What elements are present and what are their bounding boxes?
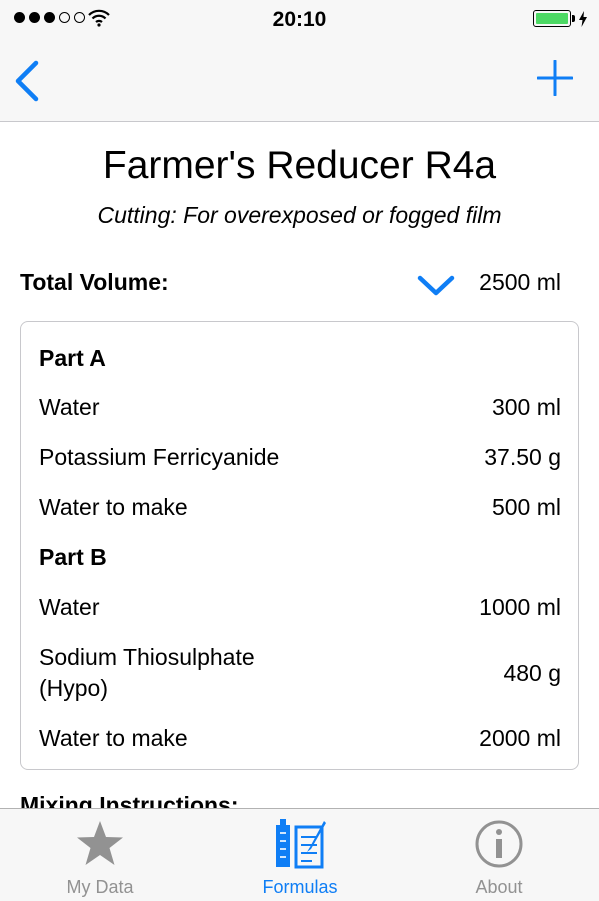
status-bar: 20:10 — [0, 0, 599, 40]
ingredient-amount: 1000 ml — [479, 594, 561, 620]
ingredient-name: Water — [39, 594, 100, 620]
ingredient-name: Sodium Thiosulphate (Hypo) — [39, 644, 255, 701]
formula-detail: Farmer's Reducer R4a Cutting: For overex… — [0, 122, 599, 808]
tab-about[interactable]: About — [399, 809, 599, 901]
part-heading: Part A — [39, 345, 106, 371]
navigation-bar — [0, 40, 599, 122]
add-icon[interactable] — [537, 60, 573, 96]
ingredient-name: Water to make — [39, 494, 188, 520]
part-heading: Part B — [39, 544, 107, 570]
total-volume-value[interactable]: 2500 ml — [479, 269, 561, 296]
total-volume-label: Total Volume: — [20, 269, 169, 295]
ingredients-card: Part A Water 300 ml Potassium Ferricyani… — [20, 321, 579, 770]
back-chevron-icon[interactable] — [12, 60, 44, 102]
charging-bolt-icon — [579, 10, 587, 27]
battery-icon — [533, 10, 587, 27]
ingredient-amount: 500 ml — [491, 494, 561, 520]
ingredient-amount: 480 g — [503, 660, 561, 686]
tab-label: My Data — [66, 877, 134, 897]
tab-label: About — [475, 877, 523, 897]
ingredient-amount: 2000 ml — [479, 725, 561, 751]
tab-label: Formulas — [262, 877, 338, 897]
ingredient-name: Water to make — [39, 725, 188, 751]
tab-formulas[interactable]: Formulas — [200, 809, 400, 901]
ingredient-name: Water — [39, 394, 100, 420]
ingredient-name: Potassium Ferricyanide — [39, 444, 280, 470]
formulas-icon — [276, 819, 326, 869]
formula-title: Farmer's Reducer R4a — [102, 144, 497, 187]
tab-my-data[interactable]: My Data — [0, 809, 200, 901]
info-icon — [475, 820, 523, 868]
chevron-down-icon[interactable] — [417, 274, 455, 298]
ingredient-amount: 300 ml — [491, 394, 561, 420]
star-icon — [77, 821, 123, 865]
formula-subtitle: Cutting: For overexposed or fogged film — [97, 202, 502, 228]
mixing-instructions-heading: Mixing Instructions: — [20, 792, 239, 808]
ingredient-amount: 37.50 g — [484, 444, 561, 470]
status-time: 20:10 — [272, 8, 327, 31]
tab-bar: My Data Formulas About — [0, 808, 599, 901]
